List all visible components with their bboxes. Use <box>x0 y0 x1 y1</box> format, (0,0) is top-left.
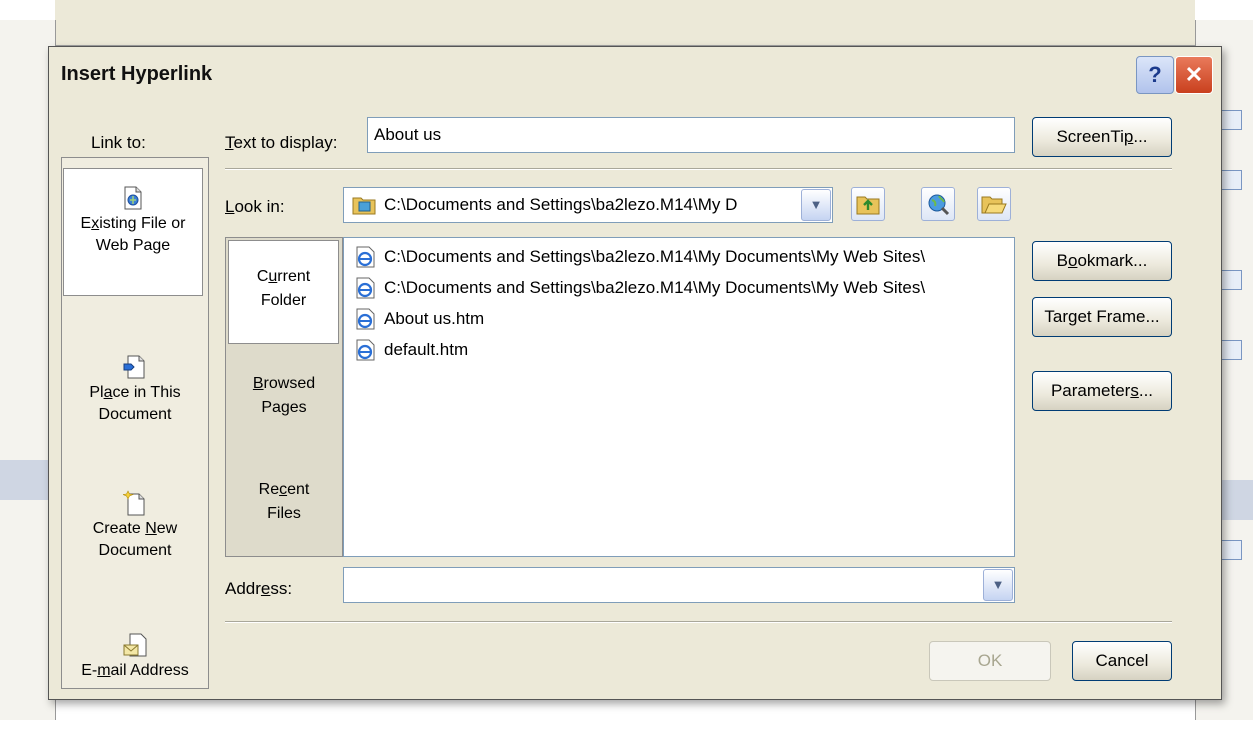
link-to-email-label: E-mail Address <box>81 662 189 679</box>
link-to-existing-file[interactable]: Existing File or Web Page <box>63 168 203 296</box>
browse-file-button[interactable] <box>977 187 1011 221</box>
browse-web-button[interactable] <box>921 187 955 221</box>
text-to-display-label: Text to display: <box>225 133 338 152</box>
bottom-divider <box>225 621 1172 623</box>
ok-button[interactable]: OK <box>929 641 1051 681</box>
chevron-down-icon: ▼ <box>809 197 823 212</box>
screentip-button[interactable]: ScreenTip... <box>1032 117 1172 157</box>
up-one-folder-button[interactable] <box>851 187 885 221</box>
link-to-new-document[interactable]: Create New Document <box>62 490 208 562</box>
file-name: About us.htm <box>384 309 485 328</box>
folder-icon <box>352 197 376 215</box>
ie-page-icon <box>356 246 375 268</box>
list-item[interactable]: default.htm <box>354 335 468 365</box>
file-list[interactable]: C:\Documents and Settings\ba2lezo.M14\My… <box>343 237 1015 557</box>
look-in-label: Look in: <box>225 197 285 216</box>
link-to-new-document-label: Create New <box>92 520 178 537</box>
tab-recent-files-label: Recent <box>258 481 310 498</box>
file-name: C:\Documents and Settings\ba2lezo.M14\My… <box>384 278 926 297</box>
existing-file-icon <box>124 186 142 210</box>
link-to-email-address[interactable]: E-mail Address <box>62 632 208 682</box>
tab-current-folder-label-line2: Folder <box>260 292 307 309</box>
list-item[interactable]: About us.htm <box>354 304 484 334</box>
cancel-button[interactable]: Cancel <box>1072 641 1172 681</box>
title-bar[interactable]: Insert Hyperlink ? ✕ <box>49 47 1221 103</box>
list-item[interactable]: C:\Documents and Settings\ba2lezo.M14\My… <box>354 273 925 303</box>
link-to-existing-file-label-line2: Web Page <box>95 237 171 254</box>
email-icon <box>123 633 147 657</box>
folder-tabs: Current Folder Browsed Pages Recent File… <box>225 237 343 557</box>
address-combobox[interactable]: ▼ <box>343 567 1015 603</box>
ie-page-icon <box>356 339 375 361</box>
link-to-sidebar: Existing File or Web Page Place in This … <box>61 157 209 689</box>
address-dropdown-arrow[interactable]: ▼ <box>983 569 1013 601</box>
help-button[interactable]: ? <box>1136 56 1174 94</box>
top-divider <box>225 168 1172 170</box>
file-name: C:\Documents and Settings\ba2lezo.M14\My… <box>384 247 926 266</box>
new-document-icon <box>123 490 145 516</box>
tab-browsed-pages-label-line2: Pages <box>261 399 307 416</box>
target-frame-button[interactable]: Target Frame... <box>1032 297 1172 337</box>
place-in-document-icon <box>123 355 145 379</box>
tab-current-folder[interactable]: Current Folder <box>228 240 339 344</box>
link-to-place-label-line2: Document <box>98 406 172 423</box>
ie-page-icon <box>356 308 375 330</box>
link-to-label: Link to: <box>91 133 146 152</box>
link-to-place-label: Place in This <box>89 384 181 401</box>
list-item[interactable]: C:\Documents and Settings\ba2lezo.M14\My… <box>354 242 925 272</box>
look-in-dropdown-arrow[interactable]: ▼ <box>801 189 831 221</box>
link-to-new-document-label-line2: Document <box>98 542 172 559</box>
close-icon: ✕ <box>1184 62 1204 87</box>
look-in-combobox[interactable]: C:\Documents and Settings\ba2lezo.M14\My… <box>343 187 833 223</box>
tab-recent-files-label-line2: Files <box>267 505 301 522</box>
tab-browsed-pages[interactable]: Browsed Pages <box>226 372 342 420</box>
help-icon: ? <box>1148 62 1162 87</box>
browse-web-icon <box>928 194 950 216</box>
address-label: Address: <box>225 579 293 598</box>
file-name: default.htm <box>384 340 469 359</box>
link-to-place-in-document[interactable]: Place in This Document <box>62 354 208 426</box>
look-in-value: C:\Documents and Settings\ba2lezo.M14\My… <box>384 195 738 214</box>
insert-hyperlink-dialog: Insert Hyperlink ? ✕ Link to: Existing F… <box>48 46 1222 700</box>
open-folder-icon <box>981 196 1007 214</box>
ie-page-icon <box>356 277 375 299</box>
parameters-button[interactable]: Parameters... <box>1032 371 1172 411</box>
chevron-down-icon: ▼ <box>991 577 1005 592</box>
bookmark-button[interactable]: Bookmark... <box>1032 241 1172 281</box>
close-button[interactable]: ✕ <box>1175 56 1213 94</box>
up-folder-icon <box>856 196 880 215</box>
tab-recent-files[interactable]: Recent Files <box>226 478 342 526</box>
dialog-title: Insert Hyperlink <box>61 63 213 85</box>
link-to-existing-file-label: Existing File or <box>80 215 186 232</box>
text-to-display-input[interactable]: About us <box>367 117 1015 153</box>
background-toolbar <box>55 0 1195 46</box>
tab-current-folder-label: Current <box>256 268 311 285</box>
tab-browsed-pages-label: Browsed <box>252 375 316 392</box>
